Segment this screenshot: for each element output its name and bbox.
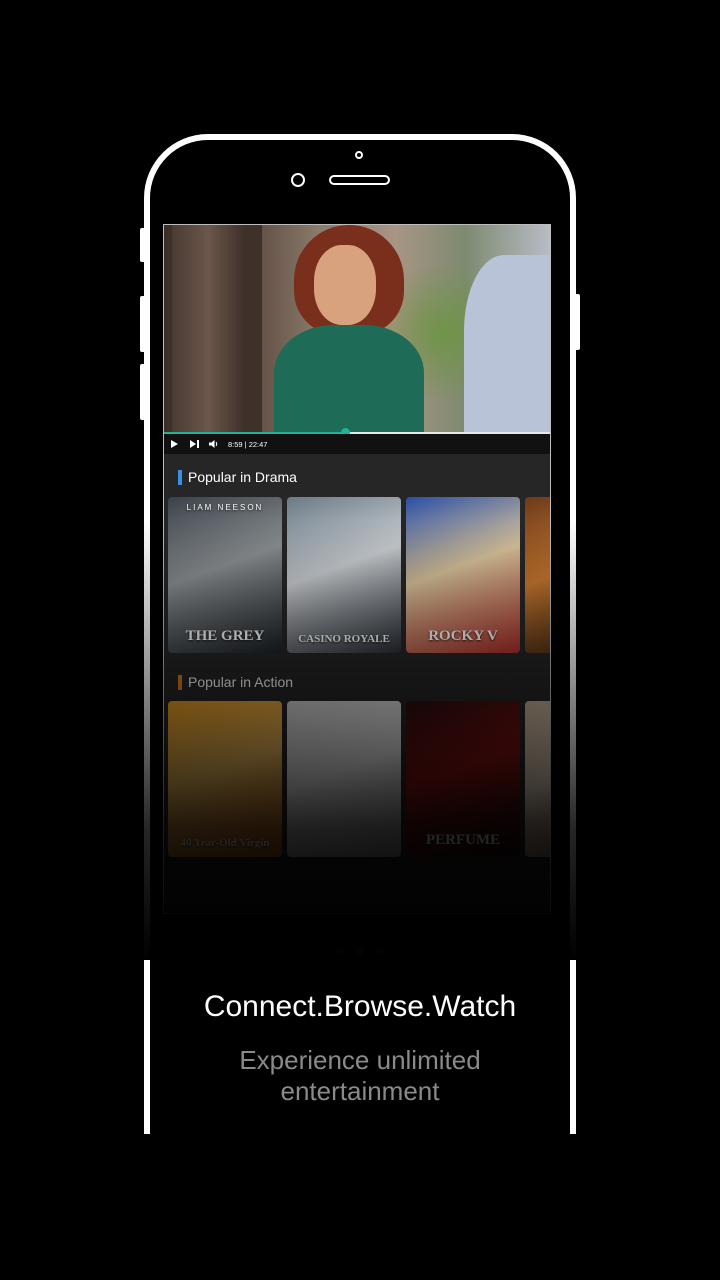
page-indicator <box>0 946 720 956</box>
onboarding-screen: 8:59 | 22:47 Popular in Drama LIAM NEESO… <box>0 0 720 1280</box>
page-dot[interactable] <box>375 946 385 956</box>
movie-poster[interactable]: PERFUME <box>406 701 520 857</box>
movie-poster[interactable]: LIAM NEESON THE GREY <box>168 497 282 653</box>
phone-side-button <box>140 296 146 352</box>
video-frame-scenery <box>172 225 262 433</box>
poster-title: ROCKY V <box>428 628 498 644</box>
section-accent-bar <box>178 469 182 485</box>
video-player[interactable] <box>164 225 550 433</box>
poster-credit: LIAM NEESON <box>186 503 264 512</box>
onboarding-headline: Connect.Browse.Watch <box>203 990 517 1023</box>
movie-poster[interactable]: 40 Year-Old Virgin <box>168 701 282 857</box>
video-frame-scenery <box>274 325 424 433</box>
phone-power-button <box>574 294 580 350</box>
section-title-drama: Popular in Drama <box>178 469 297 485</box>
speaker-grille <box>329 175 390 185</box>
camera-icon <box>355 151 363 159</box>
video-frame-scenery <box>464 255 550 433</box>
poster-row-drama: LIAM NEESON THE GREY CASINO ROYALE ROCKY V <box>168 497 550 653</box>
section-title-label: Popular in Drama <box>188 469 297 485</box>
onboarding-subtitle: Experience unlimited entertainment <box>239 1045 481 1106</box>
poster-row-action: 40 Year-Old Virgin PERFUME <box>168 701 550 857</box>
poster-title: 40 Year-Old Virgin <box>180 837 270 849</box>
page-dot[interactable] <box>335 946 345 956</box>
section-title-action: Popular in Action <box>178 674 293 690</box>
phone-side-button <box>140 228 146 262</box>
player-controls: 8:59 | 22:47 <box>164 434 550 454</box>
phone-screen: 8:59 | 22:47 Popular in Drama LIAM NEESO… <box>163 224 551 914</box>
movie-poster[interactable] <box>525 701 550 857</box>
video-frame-scenery <box>314 245 376 325</box>
sensor-icon <box>291 173 305 187</box>
section-title-label: Popular in Action <box>188 674 294 690</box>
skip-next-icon[interactable] <box>184 434 204 454</box>
movie-poster[interactable]: ROCKY V <box>406 497 520 653</box>
movie-poster[interactable]: CASINO ROYALE <box>287 497 401 653</box>
poster-title: THE GREY <box>185 628 265 644</box>
movie-poster[interactable] <box>287 701 401 857</box>
play-icon[interactable] <box>164 434 184 454</box>
poster-title: PERFUME <box>425 832 501 848</box>
playback-time: 8:59 | 22:47 <box>228 439 268 449</box>
page-dot[interactable] <box>355 946 365 956</box>
poster-title: CASINO ROYALE <box>298 633 390 645</box>
volume-icon[interactable] <box>204 434 224 454</box>
movie-poster[interactable] <box>525 497 550 653</box>
section-accent-bar <box>178 674 182 690</box>
phone-side-button <box>140 364 146 420</box>
